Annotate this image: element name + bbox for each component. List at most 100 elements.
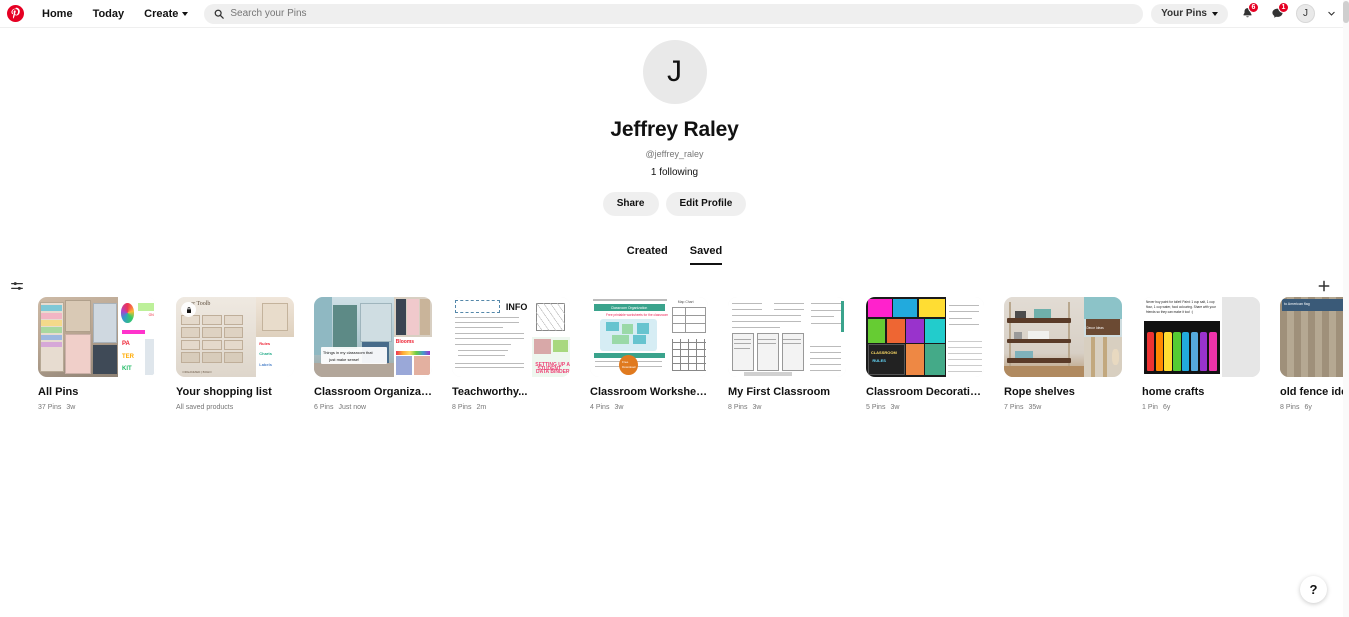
sliders-icon[interactable] xyxy=(6,275,28,297)
board-updated: 6y xyxy=(1162,404,1171,411)
tab-created[interactable]: Created xyxy=(627,245,668,265)
search-input[interactable]: Search your Pins xyxy=(204,3,1144,24)
your-pins-dropdown[interactable]: Your Pins xyxy=(1151,3,1228,24)
board-card[interactable]: INFO SETTING UP A STUDENT DATA BINDER Te… xyxy=(452,297,570,412)
board-cover[interactable]: er Toolb ORGANIZED | BOHO Rules Charts L… xyxy=(176,297,294,377)
board-title: Classroom Decoration... xyxy=(866,386,984,398)
board-pin-count: 37 Pins xyxy=(38,404,62,411)
pinterest-logo-icon[interactable] xyxy=(4,3,26,25)
board-meta: All saved products xyxy=(176,403,294,412)
board-cover-main: Classroom Organization Free printable wo… xyxy=(590,297,671,377)
board-pin-count: 7 Pins xyxy=(1004,404,1024,411)
tab-saved[interactable]: Saved xyxy=(689,245,723,265)
board-card[interactable]: Decor Ideas Rope shelves 7 Pins 35w xyxy=(1004,297,1122,412)
board-pin-count: 4 Pins xyxy=(590,404,610,411)
share-button[interactable]: Share xyxy=(602,192,659,216)
board-pin-count: 1 Pin xyxy=(1142,404,1158,411)
board-cover-side: ON PA TER KIT xyxy=(118,297,156,377)
edit-profile-button[interactable]: Edit Profile xyxy=(665,192,747,216)
lock-icon xyxy=(181,302,196,317)
board-pin-count: 8 Pins xyxy=(728,404,748,411)
profile-handle: @jeffrey_raley xyxy=(645,149,704,159)
board-cover[interactable]: ON PA TER KIT xyxy=(38,297,156,377)
avatar[interactable]: J xyxy=(1296,4,1315,23)
board-cover-main: INFO xyxy=(452,297,533,377)
board-title: All Pins xyxy=(38,386,79,398)
board-cover[interactable]: Never buy paint for toilet! Paint: 1 cup… xyxy=(1142,297,1260,377)
board-cover-side xyxy=(808,297,846,377)
board-cover-main xyxy=(728,297,809,377)
top-header: Home Today Create Search your Pins Your … xyxy=(0,0,1349,28)
nav-today[interactable]: Today xyxy=(83,3,135,25)
boards-grid: ON PA TER KIT All Pins 37 Pins 3w er Too… xyxy=(0,291,1349,412)
board-cover[interactable]: Classroom Organization Free printable wo… xyxy=(590,297,708,377)
scrollbar-thumb[interactable] xyxy=(1343,1,1349,23)
nav-home[interactable]: Home xyxy=(32,3,83,25)
board-cover-main xyxy=(1004,297,1085,377)
board-cover[interactable]: to American flag xyxy=(1280,297,1349,377)
page-scrollbar[interactable] xyxy=(1343,0,1349,617)
board-cover[interactable]: INFO SETTING UP A STUDENT DATA BINDER xyxy=(452,297,570,377)
your-pins-label: Your Pins xyxy=(1161,7,1207,19)
profile-avatar[interactable]: J xyxy=(642,40,707,104)
board-meta: 7 Pins 35w xyxy=(1004,403,1122,412)
board-cover-side: Blooms xyxy=(394,297,432,377)
board-cover[interactable]: Decor Ideas xyxy=(1004,297,1122,377)
board-cover[interactable] xyxy=(728,297,846,377)
board-pin-count: 5 Pins xyxy=(866,404,886,411)
search-placeholder: Search your Pins xyxy=(230,7,307,19)
board-cover-side: Rules Charts Labels xyxy=(256,297,294,377)
board-cover-main xyxy=(38,297,119,377)
board-title: Classroom Organization xyxy=(314,386,432,398)
board-card[interactable]: Things in my classroom that just make se… xyxy=(314,297,432,412)
profile-following-count[interactable]: 1 following xyxy=(651,167,698,178)
board-cover-main: Never buy paint for toilet! Paint: 1 cup… xyxy=(1142,297,1223,377)
header-actions: Your Pins 6 1 J xyxy=(1151,1,1343,25)
board-meta: 6 Pins Just now xyxy=(314,403,432,412)
page-title: Jeffrey Raley xyxy=(610,118,739,141)
board-cover-main: to American flag xyxy=(1280,297,1349,377)
board-meta: 4 Pins 3w xyxy=(590,403,708,412)
plus-icon[interactable] xyxy=(1313,275,1335,297)
board-pin-count: All saved products xyxy=(176,404,234,411)
profile-tabs: Created Saved xyxy=(0,245,1349,265)
board-cover-side xyxy=(1222,297,1260,377)
search-icon xyxy=(214,9,225,19)
board-cover-side: Map Chart xyxy=(670,297,708,377)
account-menu-chevron-icon[interactable] xyxy=(1323,6,1339,22)
board-meta: 5 Pins 3w xyxy=(866,403,984,412)
profile-section: J Jeffrey Raley @jeffrey_raley 1 followi… xyxy=(0,28,1349,216)
messages-button[interactable]: 1 xyxy=(1266,1,1289,25)
nav-create-label: Create xyxy=(144,7,179,20)
board-card[interactable]: ON PA TER KIT All Pins 37 Pins 3w xyxy=(38,297,156,412)
board-toolbar xyxy=(0,265,1349,291)
help-button[interactable]: ? xyxy=(1300,576,1327,603)
board-updated: 3w xyxy=(752,404,762,411)
notifications-badge: 6 xyxy=(1248,1,1259,13)
board-title: Your shopping list xyxy=(176,386,272,398)
board-pin-count: 6 Pins xyxy=(314,404,334,411)
board-updated: 2m xyxy=(476,404,487,411)
board-card[interactable]: er Toolb ORGANIZED | BOHO Rules Charts L… xyxy=(176,297,294,412)
board-card[interactable]: to American flag old fence id 8 Pins 6y xyxy=(1280,297,1349,412)
board-cover-side: Decor Ideas xyxy=(1084,297,1122,377)
board-card[interactable]: CLASSROOM RULES Classroom Decoration... … xyxy=(866,297,984,412)
board-meta: 8 Pins 2m xyxy=(452,403,570,412)
board-updated: 6y xyxy=(1304,404,1312,411)
board-title: Rope shelves xyxy=(1004,386,1075,398)
board-cover[interactable]: Things in my classroom that just make se… xyxy=(314,297,432,377)
messages-badge: 1 xyxy=(1278,1,1289,13)
board-card[interactable]: My First Classroom 8 Pins 3w xyxy=(728,297,846,412)
board-updated: 35w xyxy=(1028,404,1042,411)
board-cover-side xyxy=(946,297,984,377)
nav-create[interactable]: Create xyxy=(134,3,198,25)
board-pin-count: 8 Pins xyxy=(452,404,472,411)
board-cover-main: CLASSROOM RULES xyxy=(866,297,947,377)
board-card[interactable]: Never buy paint for toilet! Paint: 1 cup… xyxy=(1142,297,1260,412)
board-pin-count: 8 Pins xyxy=(1280,404,1300,411)
notifications-button[interactable]: 6 xyxy=(1236,1,1259,25)
board-meta: 8 Pins 3w xyxy=(728,403,846,412)
board-title: Teachworthy... xyxy=(452,386,528,398)
board-cover[interactable]: CLASSROOM RULES xyxy=(866,297,984,377)
board-card[interactable]: Classroom Organization Free printable wo… xyxy=(590,297,708,412)
